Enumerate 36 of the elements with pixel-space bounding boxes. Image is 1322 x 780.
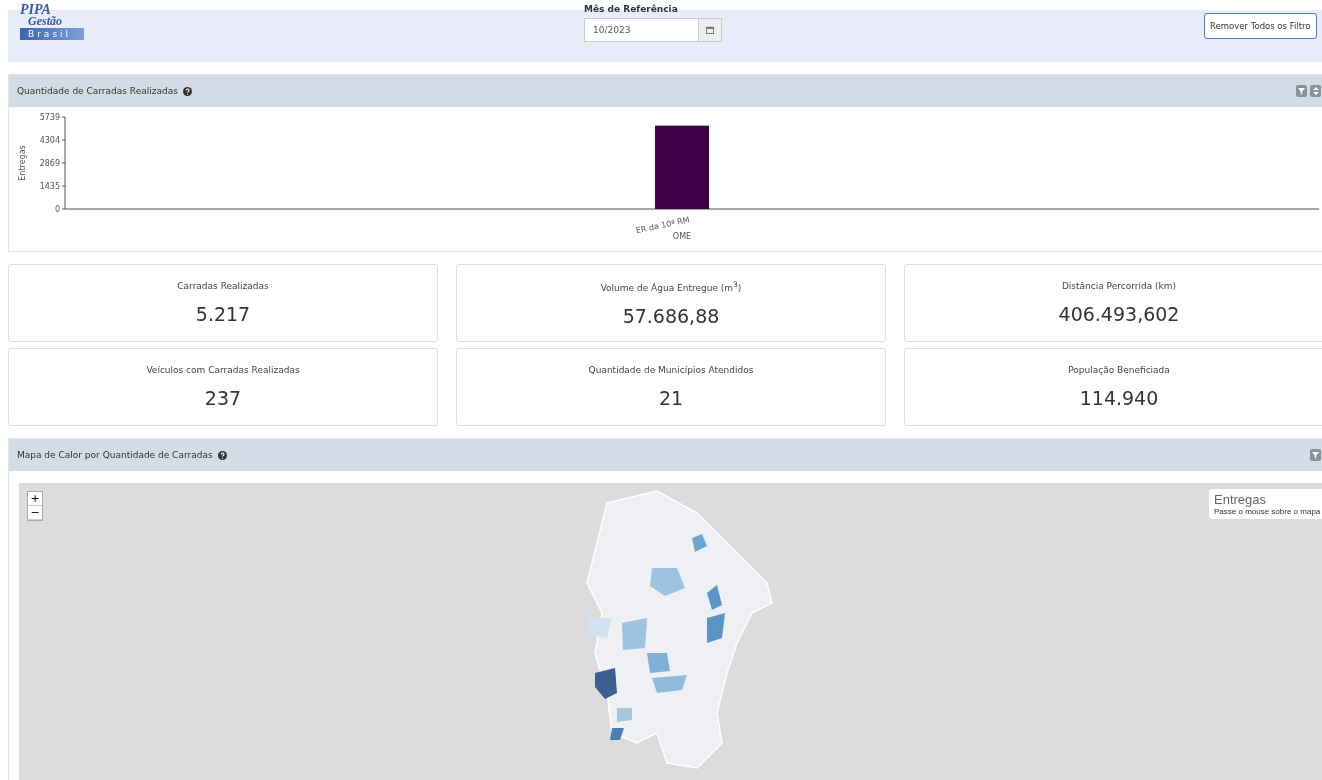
stat-value: 406.493,602 [1058, 303, 1180, 325]
filter-button[interactable] [1310, 449, 1321, 461]
stat-label: Volume de Água Entregue (m$^{3}$) [600, 279, 742, 293]
zoom-out-button[interactable]: − [28, 506, 42, 520]
map[interactable]: + − Entregas Passe o mouse sobre o mapa [19, 483, 1322, 780]
tick-label: 0 [54, 205, 60, 214]
logo: PIPA Gestão Brasil [20, 4, 84, 40]
zoom-in-button[interactable]: + [28, 492, 42, 506]
tick-label: 5739 [39, 113, 60, 122]
tick-label: 2869 [39, 159, 60, 168]
panel-title: Quantidade de Carradas Realizadas [17, 86, 178, 96]
stat-label: Carradas Realizadas [177, 281, 269, 291]
legend-hint: Passe o mouse sobre o mapa [1214, 507, 1321, 516]
panel-title: Mapa de Calor por Quantidade de Carradas [17, 450, 213, 460]
sort-button[interactable] [1310, 85, 1321, 97]
stat-label: População Beneficiada [1068, 365, 1170, 375]
stat-label: Quantidade de Municípios Atendidos [588, 365, 754, 375]
stat-label: Veículos com Carradas Realizadas [146, 365, 300, 375]
tick-label: 4304 [39, 136, 60, 145]
stat-value: 114.940 [1079, 387, 1159, 409]
stat-value: 57.686,88 [622, 304, 720, 327]
legend-title: Entregas [1214, 492, 1268, 507]
calendar-icon [706, 26, 714, 34]
field-label: Mês de Referência [584, 4, 679, 14]
date-field[interactable]: 10/2023 [584, 18, 722, 42]
stat-label: Distância Percorrida (km) [1061, 281, 1177, 291]
clear-filters-button[interactable]: Remover Todos os Filtro [1204, 13, 1317, 39]
axis-title: OME [672, 232, 692, 241]
stat-value: 237 [204, 387, 242, 409]
tick-label: 1435 [39, 182, 60, 191]
axis-title: Entregas [18, 145, 27, 181]
filter-button[interactable] [1296, 85, 1307, 97]
help-icon [217, 450, 227, 460]
stat-value: 5.217 [195, 303, 251, 325]
stat-value: 21 [658, 387, 684, 409]
help-icon [182, 86, 192, 96]
